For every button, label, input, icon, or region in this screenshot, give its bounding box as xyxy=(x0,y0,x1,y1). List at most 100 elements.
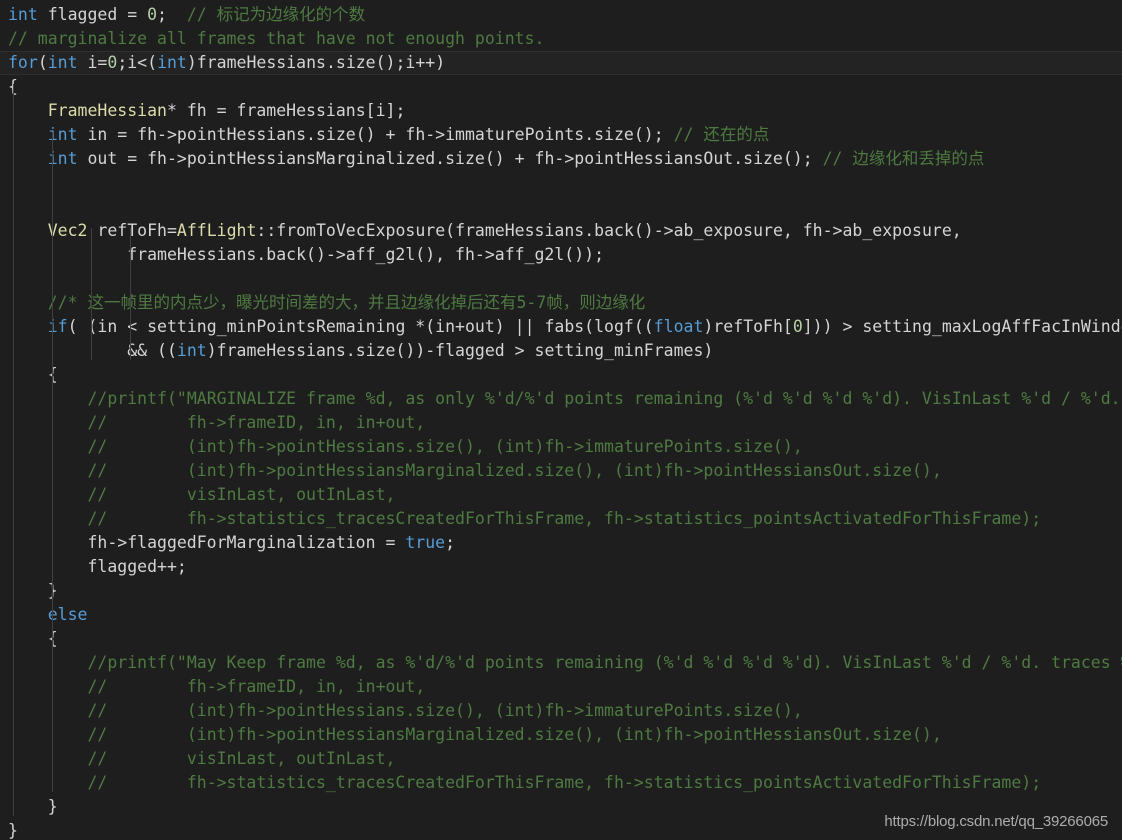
code-token: ;i<( xyxy=(117,53,158,72)
code-token: } xyxy=(8,821,18,840)
code-line[interactable]: //printf("May Keep frame %d, as %'d/%'d … xyxy=(0,651,1122,675)
code-line[interactable]: //printf("MARGINALIZE frame %d, as only … xyxy=(0,387,1122,411)
code-token: float xyxy=(653,317,704,336)
code-token: // 标记为边缘化的个数 xyxy=(186,5,366,24)
code-token: in = fh->pointHessians.size() + fh->imma… xyxy=(77,125,674,144)
code-line[interactable]: flagged++; xyxy=(0,555,1122,579)
code-token: //* 这一帧里的内点少，曝光时间差的大，并且边缘化掉后还有5-7帧，则边缘化 xyxy=(47,293,646,312)
code-token: flagged = xyxy=(37,5,148,24)
code-line[interactable] xyxy=(0,195,1122,219)
code-token: //printf("May Keep frame %d, as %'d/%'d … xyxy=(87,653,1122,672)
code-token: int xyxy=(47,125,78,144)
code-token: ; xyxy=(445,533,456,552)
code-line[interactable]: // (int)fh->pointHessiansMarginalized.si… xyxy=(0,723,1122,747)
code-token: Vec2 xyxy=(47,221,88,240)
code-line[interactable]: // (int)fh->pointHessians.size(), (int)f… xyxy=(0,435,1122,459)
code-token: // fh->statistics_tracesCreatedForThisFr… xyxy=(87,773,1042,792)
code-token: refToFh= xyxy=(87,221,177,240)
code-token: && (( xyxy=(8,341,177,360)
code-token: int xyxy=(176,341,207,360)
code-token: ( (in < setting_minPointsRemaining *(in+… xyxy=(67,317,654,336)
code-token: { xyxy=(8,365,58,384)
code-line[interactable]: // visInLast, outInLast, xyxy=(0,747,1122,771)
code-token: out = fh->pointHessiansMarginalized.size… xyxy=(77,149,823,168)
code-token: } xyxy=(8,797,58,816)
code-line[interactable]: { xyxy=(0,75,1122,99)
code-editor[interactable]: int flagged = 0; // 标记为边缘化的个数 // marginal… xyxy=(0,0,1122,840)
code-line[interactable]: fh->flaggedForMarginalization = true; xyxy=(0,531,1122,555)
code-token: int xyxy=(47,53,78,72)
code-token: i= xyxy=(77,53,108,72)
code-line[interactable]: //* 这一帧里的内点少，曝光时间差的大，并且边缘化掉后还有5-7帧，则边缘化 xyxy=(0,291,1122,315)
code-line[interactable]: int out = fh->pointHessiansMarginalized.… xyxy=(0,147,1122,171)
code-token: { xyxy=(8,77,18,96)
code-line[interactable]: int flagged = 0; // 标记为边缘化的个数 xyxy=(0,3,1122,27)
code-line[interactable]: { xyxy=(0,363,1122,387)
code-token: //printf("MARGINALIZE frame %d, as only … xyxy=(87,389,1122,408)
code-token: 0 xyxy=(147,5,158,24)
code-line[interactable]: int in = fh->pointHessians.size() + fh->… xyxy=(0,123,1122,147)
code-token: )frameHessians.size())-flagged > setting… xyxy=(206,341,714,360)
code-token: 0 xyxy=(792,317,803,336)
code-line[interactable]: // visInLast, outInLast, xyxy=(0,483,1122,507)
code-token: // 边缘化和丢掉的点 xyxy=(822,149,985,168)
code-line[interactable]: // marginalize all frames that have not … xyxy=(0,27,1122,51)
code-line[interactable]: FrameHessian* fh = frameHessians[i]; xyxy=(0,99,1122,123)
code-line[interactable]: // fh->statistics_tracesCreatedForThisFr… xyxy=(0,507,1122,531)
code-token: 0 xyxy=(107,53,118,72)
code-token: )frameHessians.size();i++) xyxy=(186,53,446,72)
code-line[interactable]: frameHessians.back()->aff_g2l(), fh->aff… xyxy=(0,243,1122,267)
code-line[interactable]: } xyxy=(0,579,1122,603)
code-token: true xyxy=(405,533,446,552)
code-token: if xyxy=(47,317,68,336)
code-token: ])) > setting_maxLogAffFacInWindow) xyxy=(802,317,1122,336)
code-token: )refToFh[ xyxy=(703,317,793,336)
watermark-url: https://blog.csdn.net/qq_39266065 xyxy=(884,813,1108,830)
code-token: FrameHessian xyxy=(47,101,167,120)
code-text-area[interactable]: int flagged = 0; // 标记为边缘化的个数 // marginal… xyxy=(0,0,1122,840)
code-line[interactable]: // (int)fh->pointHessiansMarginalized.si… xyxy=(0,459,1122,483)
code-line[interactable]: if( (in < setting_minPointsRemaining *(i… xyxy=(0,315,1122,339)
code-token: ::fromToVecExposure(frameHessians.back()… xyxy=(256,221,962,240)
code-token: ; xyxy=(157,5,187,24)
code-line[interactable]: // fh->statistics_tracesCreatedForThisFr… xyxy=(0,771,1122,795)
code-line[interactable]: { xyxy=(0,627,1122,651)
code-token: // (int)fh->pointHessians.size(), (int)f… xyxy=(87,701,803,720)
code-token: flagged++; xyxy=(8,557,187,576)
code-line[interactable]: && ((int)frameHessians.size())-flagged >… xyxy=(0,339,1122,363)
code-line[interactable] xyxy=(0,267,1122,291)
code-token: else xyxy=(47,605,88,624)
code-line[interactable] xyxy=(0,171,1122,195)
code-line[interactable]: // (int)fh->pointHessians.size(), (int)f… xyxy=(0,699,1122,723)
code-token: // 还在的点 xyxy=(673,125,770,144)
code-token: fh->flaggedForMarginalization = xyxy=(8,533,406,552)
code-line[interactable]: for(int i=0;i<(int)frameHessians.size();… xyxy=(0,51,1122,75)
code-token: } xyxy=(8,581,58,600)
code-line[interactable]: else xyxy=(0,603,1122,627)
code-line[interactable]: // fh->frameID, in, in+out, xyxy=(0,675,1122,699)
code-token: // fh->frameID, in, in+out, xyxy=(87,413,426,432)
code-token: // marginalize all frames that have not … xyxy=(8,29,545,48)
code-line[interactable]: // fh->frameID, in, in+out, xyxy=(0,411,1122,435)
code-token: // (int)fh->pointHessiansMarginalized.si… xyxy=(87,725,942,744)
code-token: int xyxy=(8,5,38,24)
code-token: ( xyxy=(37,53,48,72)
code-line[interactable]: Vec2 refToFh=AffLight::fromToVecExposure… xyxy=(0,219,1122,243)
code-token: // (int)fh->pointHessians.size(), (int)f… xyxy=(87,437,803,456)
